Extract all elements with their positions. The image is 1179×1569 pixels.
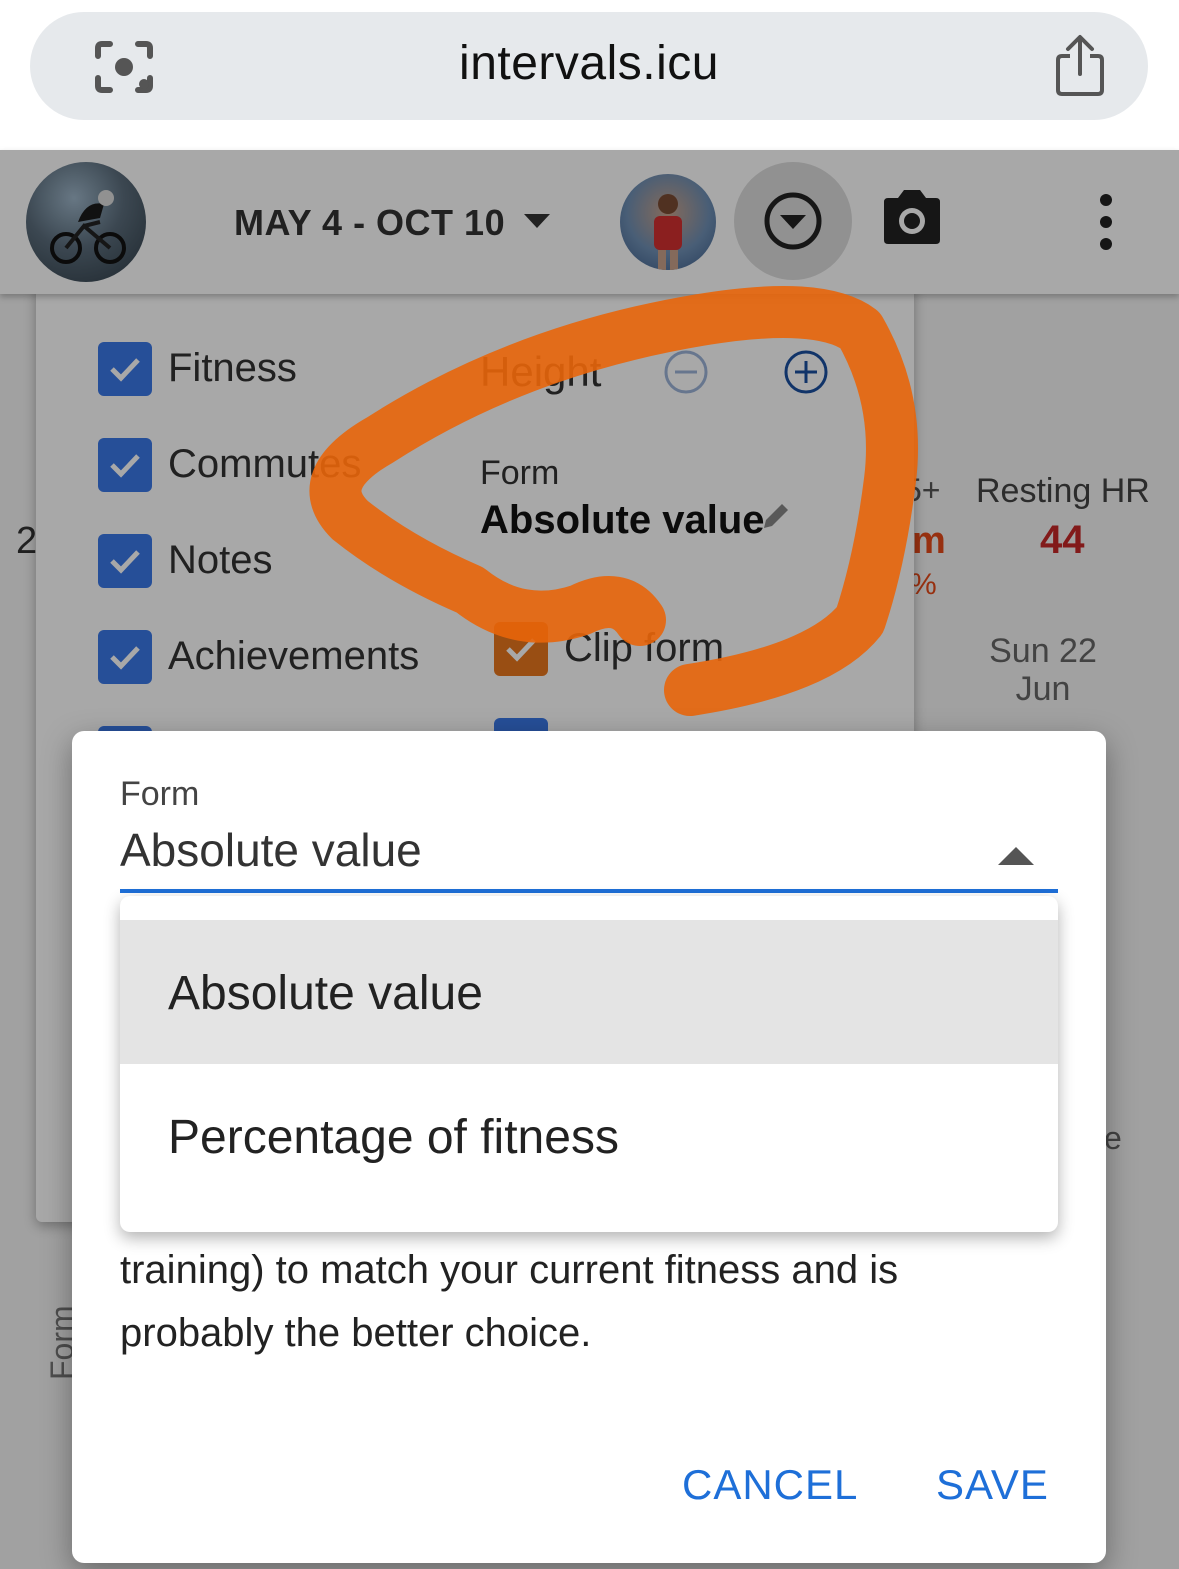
cancel-button[interactable]: CANCEL (682, 1461, 858, 1509)
option-percentage-of-fitness[interactable]: Percentage of fitness (120, 1064, 1058, 1208)
select-underline (120, 889, 1058, 893)
arrow-up-icon[interactable] (998, 847, 1034, 865)
browser-bar: intervals.icu (0, 0, 1179, 150)
url-text[interactable]: intervals.icu (30, 36, 1148, 91)
save-button[interactable]: SAVE (936, 1461, 1049, 1509)
option-absolute-value[interactable]: Absolute value (120, 920, 1058, 1064)
form-select-label: Form (120, 775, 200, 813)
share-icon[interactable] (1054, 34, 1106, 98)
form-options-menu: Absolute value Percentage of fitness (120, 896, 1058, 1232)
form-select-value[interactable]: Absolute value (120, 823, 422, 877)
address-bar[interactable]: intervals.icu (30, 12, 1148, 120)
option-label: Percentage of fitness (168, 1111, 619, 1164)
help-text: training) to match your current fitness … (120, 1248, 899, 1355)
option-label: Absolute value (168, 967, 483, 1020)
